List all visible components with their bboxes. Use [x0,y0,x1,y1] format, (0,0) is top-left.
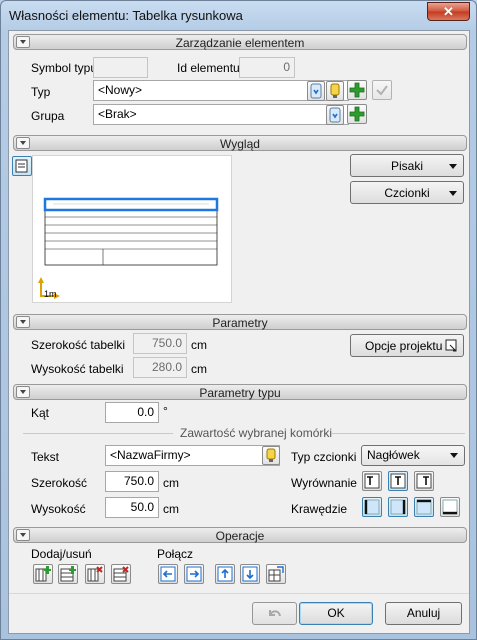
pens-dropdown-button[interactable]: Pisaki [350,154,464,177]
dropdown-arrow-icon [450,453,458,458]
align-left-button[interactable] [362,471,382,491]
section-header-appearance[interactable]: Wygląd [13,135,467,151]
merge-down-button[interactable] [240,564,260,584]
edge-right-button[interactable] [388,497,408,517]
cell-content-label: Zawartość wybranej komórki [180,426,333,440]
edge-top-button[interactable] [414,497,434,517]
element-id-field: 0 [239,57,295,78]
footer-divider [9,593,469,594]
section-title: Parametry typu [199,386,281,400]
ok-button[interactable]: OK [299,602,373,625]
symbol-type-label: Symbol typu [31,61,98,75]
element-id-label: Id elementu [177,61,240,75]
text-label: Tekst [31,450,60,464]
divider [332,433,465,434]
text-tag-icon[interactable] [262,446,280,465]
font-type-select[interactable]: Nagłówek [361,445,465,466]
cell-height-unit: cm [163,502,179,516]
type-tag-icon[interactable] [326,81,344,101]
dropdown-arrow-icon [449,191,457,196]
confirm-type-button[interactable] [372,80,392,100]
section-header-parameters[interactable]: Parametry [13,314,467,330]
fonts-dropdown-button[interactable]: Czcionki [350,181,464,204]
title-block-preview [38,197,219,299]
merge-right-button[interactable] [184,564,204,584]
cell-width-field[interactable]: 750.0 [105,471,159,492]
cell-height-label: Wysokość [31,502,86,516]
section-header-element-management[interactable]: Zarządzanie elementem [13,34,467,50]
cell-height-field[interactable]: 50.0 [105,497,159,518]
undo-button[interactable] [252,602,297,625]
angle-unit: ° [163,404,168,418]
split-cell-button[interactable] [266,564,286,584]
title-bar[interactable]: Własności elementu: Tabelka rysunkowa ✕ [1,1,476,29]
add-type-button[interactable] [347,80,367,100]
angle-label: Kąt [31,406,50,420]
undo-icon [269,610,281,617]
table-height-field: 280.0 [133,357,187,378]
section-title: Operacje [215,529,265,543]
alignment-label: Wyrównanie [291,476,357,490]
group-label: Grupa [31,109,65,123]
view-mode-button[interactable] [12,156,32,176]
merge-left-button[interactable] [158,564,178,584]
section-header-operations[interactable]: Operacje [13,527,467,543]
scale-label: 1m [44,289,57,299]
table-width-unit: cm [191,338,207,352]
edge-left-button[interactable] [362,497,382,517]
project-options-label: Opcje projektu [365,339,443,353]
edge-bottom-button[interactable] [440,497,460,517]
open-window-icon [445,339,457,352]
table-height-label: Wysokość tabelki [31,362,124,376]
divider [23,433,173,434]
group-field[interactable]: <Brak> [93,104,349,125]
angle-field[interactable]: 0.0 [105,402,159,423]
drawing-preview[interactable]: 1m [32,155,232,303]
type-browse-icon[interactable] [307,81,325,101]
group-browse-icon[interactable] [326,105,344,125]
table-width-label: Szerokość tabelki [31,338,126,352]
align-center-button[interactable] [388,471,408,491]
add-row-button[interactable] [58,564,78,584]
add-column-button[interactable] [33,564,53,584]
symbol-type-field [93,57,148,78]
pens-label: Pisaki [390,159,423,173]
delete-row-button[interactable] [111,564,131,584]
cancel-button[interactable]: Anuluj [385,602,462,625]
dropdown-arrow-icon [449,164,457,169]
align-right-button[interactable] [414,471,434,491]
section-title: Parametry [212,316,268,330]
font-type-value: Nagłówek [367,448,420,462]
edges-label: Krawędzie [291,502,348,516]
window-title: Własności elementu: Tabelka rysunkowa [9,8,243,23]
section-title: Wygląd [220,137,260,151]
merge-up-button[interactable] [215,564,235,584]
section-title: Zarządzanie elementem [175,36,305,50]
table-width-field: 750.0 [133,333,187,354]
add-remove-label: Dodaj/usuń [31,547,92,561]
dialog-body: Zarządzanie elementem Symbol typu Id ele… [8,30,470,634]
close-button[interactable]: ✕ [427,2,470,21]
dialog-window: Własności elementu: Tabelka rysunkowa ✕ … [0,0,477,640]
cell-width-unit: cm [163,476,179,490]
merge-label: Połącz [157,547,194,561]
cell-width-label: Szerokość [31,476,88,490]
table-height-unit: cm [191,362,207,376]
type-label: Typ [31,85,51,99]
section-header-type-parameters[interactable]: Parametry typu [13,384,467,400]
font-type-label: Typ czcionki [291,450,357,464]
fonts-label: Czcionki [384,186,430,200]
delete-column-button[interactable] [85,564,105,584]
project-options-button[interactable]: Opcje projektu [350,334,464,357]
text-field[interactable]: <NazwaFirmy> [105,445,280,466]
add-group-button[interactable] [347,104,367,124]
